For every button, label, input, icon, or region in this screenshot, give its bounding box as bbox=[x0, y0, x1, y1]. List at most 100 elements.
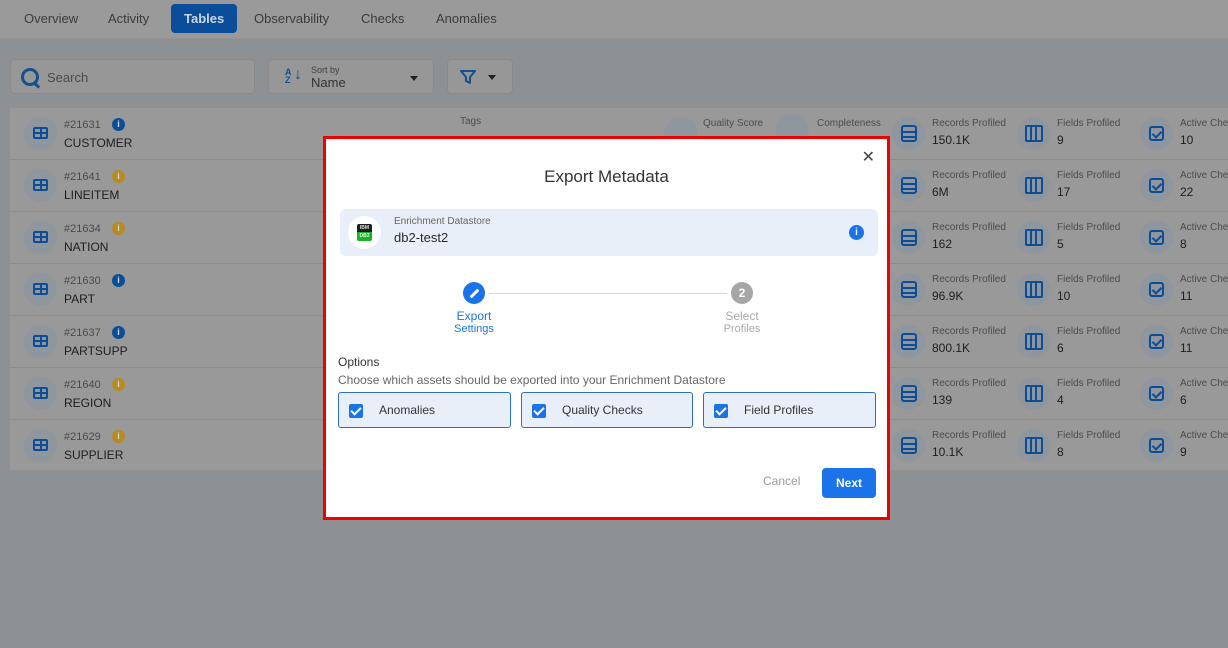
info-icon[interactable]: i bbox=[112, 170, 125, 183]
filter-icon bbox=[460, 70, 476, 84]
table-id: #21629 bbox=[64, 431, 101, 443]
checks-icon-wrap bbox=[1140, 325, 1173, 358]
search-icon bbox=[21, 68, 39, 86]
fields-profiled-label: Fields Profiled bbox=[1057, 326, 1121, 337]
table-icon-wrap bbox=[24, 377, 57, 410]
records-profiled-value: 10.1K bbox=[932, 445, 964, 459]
active-checks-value: 6 bbox=[1180, 393, 1187, 407]
records-icon bbox=[901, 177, 917, 194]
active-checks-label: Active Che bbox=[1180, 222, 1228, 233]
active-checks-label: Active Che bbox=[1180, 274, 1228, 285]
active-checks-value: 10 bbox=[1180, 133, 1194, 147]
quality-score-label: Quality Score bbox=[703, 118, 764, 129]
checks-icon-wrap bbox=[1140, 429, 1173, 462]
fields-profiled-label: Fields Profiled bbox=[1057, 274, 1121, 285]
options-title: Options bbox=[338, 355, 380, 369]
next-button[interactable]: Next bbox=[822, 468, 876, 498]
checkbox-checked-icon[interactable] bbox=[349, 404, 363, 418]
records-icon-wrap bbox=[892, 169, 925, 202]
datastore-label: Enrichment Datastore bbox=[394, 216, 491, 227]
records-profiled-label: Records Profiled bbox=[932, 222, 1006, 233]
tab-overview[interactable]: Overview bbox=[11, 4, 91, 33]
export-metadata-dialog: ✕ Export Metadata IBM DB2 Enrichment Dat… bbox=[323, 136, 890, 520]
records-profiled-label: Records Profiled bbox=[932, 170, 1006, 181]
active-checks-value: 22 bbox=[1180, 185, 1194, 199]
completeness-label: Completeness bbox=[817, 118, 881, 129]
search-input[interactable]: Search bbox=[10, 59, 255, 94]
info-icon[interactable]: i bbox=[112, 326, 125, 339]
fields-profiled-label: Fields Profiled bbox=[1057, 222, 1121, 233]
option-field-profiles[interactable]: Field Profiles bbox=[703, 392, 876, 428]
check-icon bbox=[1149, 386, 1164, 401]
step-1-label: Export Settings bbox=[454, 309, 494, 336]
checks-icon-wrap bbox=[1140, 273, 1173, 306]
info-icon[interactable]: i bbox=[112, 378, 125, 391]
columns-icon bbox=[1025, 281, 1043, 298]
filter-button[interactable] bbox=[447, 59, 513, 94]
sort-select[interactable]: AZ ↓ Sort by Name bbox=[268, 59, 434, 94]
step-2-label: Select Profiles bbox=[723, 309, 761, 336]
table-id: #21631 bbox=[64, 119, 101, 131]
check-icon bbox=[1149, 230, 1164, 245]
checkbox-checked-icon[interactable] bbox=[714, 404, 728, 418]
option-anomalies[interactable]: Anomalies bbox=[338, 392, 511, 428]
table-icon-wrap bbox=[24, 325, 57, 358]
table-icon bbox=[33, 439, 48, 451]
option-quality-checks[interactable]: Quality Checks bbox=[521, 392, 693, 428]
info-icon[interactable]: i bbox=[849, 225, 864, 240]
close-icon[interactable]: ✕ bbox=[862, 147, 875, 167]
table-name: NATION bbox=[64, 240, 109, 254]
table-icon-wrap bbox=[24, 221, 57, 254]
info-icon[interactable]: i bbox=[112, 118, 125, 131]
tab-activity[interactable]: Activity bbox=[95, 4, 162, 33]
records-icon-wrap bbox=[892, 273, 925, 306]
datastore-name: db2-test2 bbox=[394, 230, 449, 245]
table-name: SUPPLIER bbox=[64, 448, 124, 462]
sort-value: Name bbox=[311, 75, 346, 90]
table-icon-wrap bbox=[24, 273, 57, 306]
table-icon bbox=[33, 231, 48, 243]
fields-profiled-value: 17 bbox=[1057, 185, 1071, 199]
active-checks-value: 8 bbox=[1180, 237, 1187, 251]
records-icon-wrap bbox=[892, 117, 925, 150]
tab-anomalies[interactable]: Anomalies bbox=[423, 4, 510, 33]
tags-label: Tags bbox=[460, 116, 482, 127]
records-icon bbox=[901, 281, 917, 298]
active-checks-label: Active Che bbox=[1180, 170, 1228, 181]
fields-icon-wrap bbox=[1017, 273, 1050, 306]
tab-observability[interactable]: Observability bbox=[241, 4, 342, 33]
sort-arrow-icon: ↓ bbox=[294, 66, 302, 83]
table-name: PART bbox=[64, 292, 95, 306]
checks-icon-wrap bbox=[1140, 221, 1173, 254]
search-placeholder: Search bbox=[47, 70, 89, 85]
fields-icon-wrap bbox=[1017, 377, 1050, 410]
checkbox-checked-icon[interactable] bbox=[532, 404, 546, 418]
columns-icon bbox=[1025, 437, 1043, 454]
cancel-button[interactable]: Cancel bbox=[763, 474, 800, 488]
step-connector bbox=[489, 293, 727, 294]
fields-profiled-value: 8 bbox=[1057, 445, 1064, 459]
checks-icon-wrap bbox=[1140, 169, 1173, 202]
records-icon-wrap bbox=[892, 377, 925, 410]
info-icon[interactable]: i bbox=[112, 274, 125, 287]
active-checks-label: Active Che bbox=[1180, 430, 1228, 441]
enrichment-datastore-card: IBM DB2 Enrichment Datastore db2-test2 i bbox=[340, 209, 878, 256]
tab-checks[interactable]: Checks bbox=[348, 4, 417, 33]
chevron-down-icon bbox=[488, 75, 496, 80]
table-icon bbox=[33, 387, 48, 399]
check-icon bbox=[1149, 178, 1164, 193]
active-checks-value: 11 bbox=[1180, 341, 1193, 355]
datastore-logo: IBM DB2 bbox=[348, 216, 381, 249]
fields-profiled-value: 10 bbox=[1057, 289, 1071, 303]
table-icon-wrap bbox=[24, 429, 57, 462]
tab-tables[interactable]: Tables bbox=[171, 4, 238, 33]
check-icon bbox=[1149, 282, 1164, 297]
info-icon[interactable]: i bbox=[112, 430, 125, 443]
fields-profiled-label: Fields Profiled bbox=[1057, 170, 1121, 181]
active-checks-value: 9 bbox=[1180, 445, 1187, 459]
info-icon[interactable]: i bbox=[112, 222, 125, 235]
records-profiled-value: 162 bbox=[932, 237, 953, 251]
table-name: PARTSUPP bbox=[64, 344, 128, 358]
check-icon bbox=[1149, 126, 1164, 141]
fields-profiled-value: 4 bbox=[1057, 393, 1064, 407]
